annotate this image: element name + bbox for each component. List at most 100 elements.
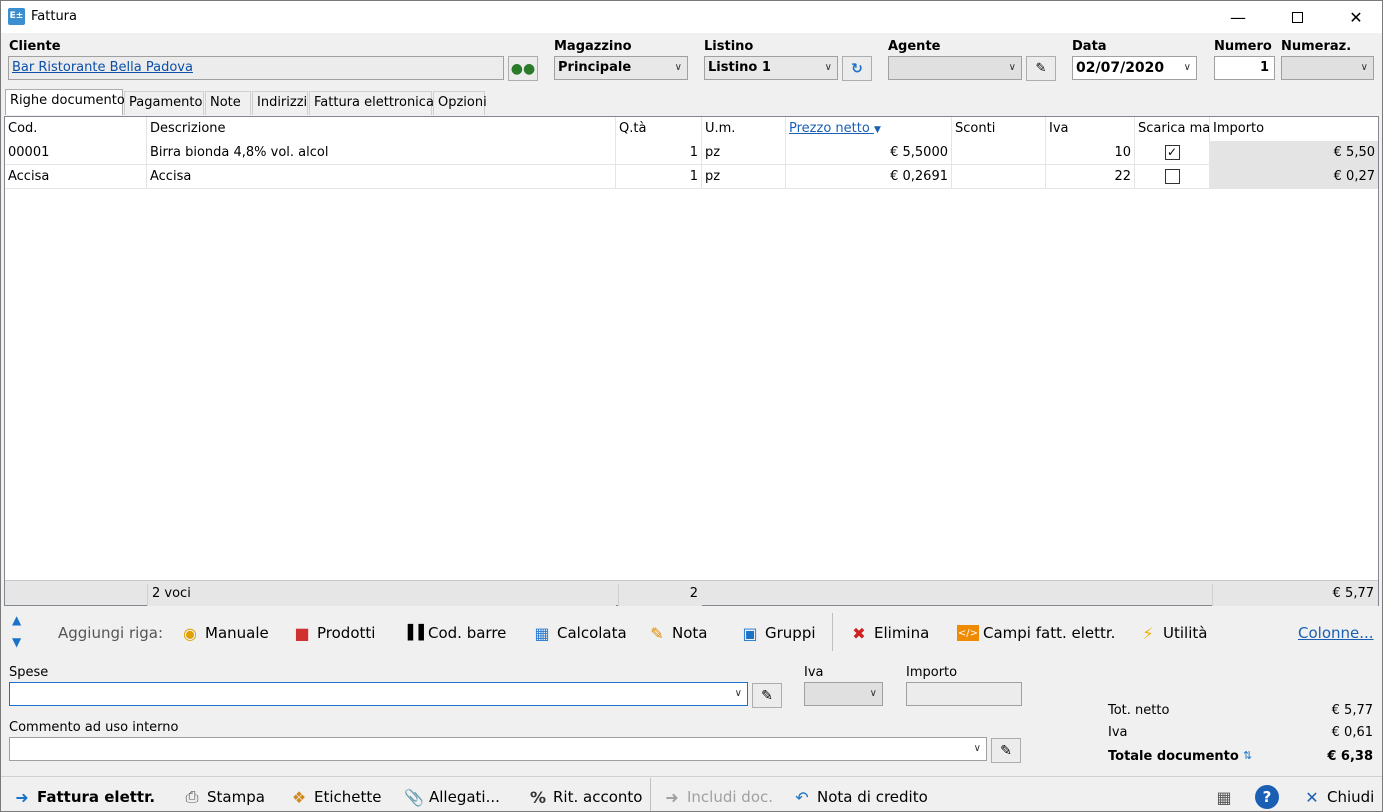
numero-field[interactable]: 1 <box>1214 56 1275 80</box>
manuale-button[interactable]: ◉ Manuale <box>179 615 269 651</box>
binoculars-icon: ●● <box>510 60 536 77</box>
label-tag-icon: ❖ <box>291 787 307 807</box>
allegati-button[interactable]: 📎 Allegati... <box>403 781 500 812</box>
tot-iva-label: Iva <box>1108 725 1128 740</box>
chevron-down-icon: ∨ <box>973 743 981 754</box>
title-bar: E± Fattura — ✕ <box>1 1 1382 33</box>
recalc-icon[interactable]: ⇅ <box>1243 749 1252 762</box>
table-cell[interactable]: 10 <box>1046 141 1135 165</box>
magazzino-select[interactable]: Principale ∨ <box>554 56 688 80</box>
help-button[interactable]: ? <box>1255 781 1279 812</box>
stampa-button[interactable]: ⎙ Stampa <box>181 781 265 812</box>
utilita-button[interactable]: ⚡ Utilità <box>1137 615 1207 651</box>
refresh-listino-button[interactable]: ↻ <box>842 56 872 81</box>
table-cell[interactable]: pz <box>702 165 786 189</box>
cod-barre-button[interactable]: ▐▐ Cod. barre <box>402 615 506 651</box>
search-cliente-button[interactable]: ●● <box>508 56 538 81</box>
chevron-down-icon: ∨ <box>1183 62 1191 73</box>
agente-select[interactable]: ∨ <box>888 56 1022 80</box>
table-cell: € 0,27 <box>1210 165 1378 189</box>
chevron-down-icon: ∨ <box>1008 62 1016 73</box>
footer-importo: € 5,77 <box>1212 584 1378 606</box>
totale-documento-value: € 6,38 <box>1327 749 1373 764</box>
column-header-cod[interactable]: Cod. <box>5 117 147 141</box>
table-cell[interactable]: € 0,2691 <box>786 165 952 189</box>
agente-label: Agente <box>888 39 941 54</box>
close-window-button[interactable]: ✕ <box>1333 1 1379 33</box>
maximize-button[interactable] <box>1274 1 1320 33</box>
column-header-um[interactable]: U.m. <box>702 117 786 141</box>
footer-qta: 2 <box>618 584 702 606</box>
calcolata-button[interactable]: ▦ Calcolata <box>531 615 626 651</box>
rit-acconto-button[interactable]: % Rit. acconto <box>527 781 642 812</box>
nota-button[interactable]: ✎ Nota <box>646 615 707 651</box>
commento-combobox[interactable]: ∨ <box>9 737 987 761</box>
table-cell[interactable] <box>952 141 1046 165</box>
colonne-link[interactable]: Colonne... <box>1298 615 1374 651</box>
chevron-down-icon: ∨ <box>869 688 877 699</box>
column-header-sconti[interactable]: Sconti <box>952 117 1046 141</box>
grid-footer: 2 voci 2 € 5,77 <box>5 580 1378 606</box>
table-cell[interactable]: Accisa <box>5 165 147 189</box>
numeraz-label: Numeraz. <box>1281 39 1352 54</box>
minimize-button[interactable]: — <box>1215 1 1261 33</box>
tab-opzioni[interactable]: Opzioni <box>433 91 487 115</box>
scarica-checkbox[interactable]: ✓ <box>1135 141 1210 165</box>
invoice-window: E± Fattura — ✕ Cliente Bar Ristorante Be… <box>0 0 1383 812</box>
chevron-down-icon: ∨ <box>674 62 682 73</box>
tab-righe-documento[interactable]: Righe documento <box>5 89 125 115</box>
table-cell[interactable]: 1 <box>616 141 702 165</box>
column-header-importo[interactable]: Importo <box>1210 117 1378 141</box>
tab-indirizzi[interactable]: Indirizzi <box>252 91 308 115</box>
edit-spese-button[interactable]: ✎ <box>752 683 782 708</box>
products-icon: ■ <box>294 623 310 643</box>
tab-note[interactable]: Note <box>205 91 251 115</box>
move-down-icon[interactable]: ▼ <box>12 635 21 649</box>
campi-fatt-elettr-button[interactable]: </> Campi fatt. elettr. <box>957 615 1115 651</box>
barcode-icon: ▐▐ <box>402 625 424 641</box>
table-cell[interactable]: 22 <box>1046 165 1135 189</box>
gruppi-button[interactable]: ▣ Gruppi <box>739 615 815 651</box>
listino-select[interactable]: Listino 1 ∨ <box>704 56 838 80</box>
bottom-divider <box>1 776 1382 777</box>
spese-importo-label: Importo <box>906 665 958 680</box>
footer-voci: 2 voci <box>147 584 616 606</box>
table-cell[interactable] <box>952 165 1046 189</box>
nota-di-credito-button[interactable]: ↶ Nota di credito <box>791 781 927 812</box>
table-cell[interactable]: pz <box>702 141 786 165</box>
table-cell[interactable]: € 5,5000 <box>786 141 952 165</box>
toolbar-divider <box>832 613 833 651</box>
document-rows-grid[interactable]: Cod. Descrizione Q.tà U.m. Prezzo netto … <box>4 116 1379 606</box>
move-up-icon[interactable]: ▲ <box>12 613 21 627</box>
table-cell[interactable]: Accisa <box>147 165 616 189</box>
export-document-icon: ➜ <box>15 787 29 807</box>
column-header-qta[interactable]: Q.tà <box>616 117 702 141</box>
tab-fattura-elettronica[interactable]: Fattura elettronica <box>309 91 434 115</box>
chiudi-button[interactable]: ✕ Chiudi <box>1301 781 1374 812</box>
elimina-button[interactable]: ✖ Elimina <box>848 615 929 651</box>
edit-commento-button[interactable]: ✎ <box>991 738 1021 763</box>
column-header-scarica[interactable]: Scarica ma <box>1135 117 1210 141</box>
calculator-icon[interactable]: ▦ <box>1213 781 1239 812</box>
table-cell[interactable]: 00001 <box>5 141 147 165</box>
cliente-field[interactable]: Bar Ristorante Bella Padova <box>8 56 504 80</box>
spese-combobox[interactable]: ∨ <box>9 682 748 706</box>
column-header-prezzo-netto[interactable]: Prezzo netto ▼ <box>786 117 952 141</box>
scarica-checkbox[interactable] <box>1135 165 1210 189</box>
column-header-iva[interactable]: Iva <box>1046 117 1135 141</box>
numeraz-select[interactable]: ∨ <box>1281 56 1374 80</box>
prodotti-button[interactable]: ■ Prodotti <box>291 615 375 651</box>
etichette-button[interactable]: ❖ Etichette <box>288 781 382 812</box>
tab-pagamento[interactable]: Pagamento <box>124 91 204 115</box>
fattura-elettr-button[interactable]: ➜ Fattura elettr. <box>11 781 155 812</box>
table-cell[interactable]: Birra bionda 4,8% vol. alcol <box>147 141 616 165</box>
credit-note-icon: ↶ <box>795 787 809 807</box>
column-header-descrizione[interactable]: Descrizione <box>147 117 616 141</box>
spese-iva-label: Iva <box>804 665 824 680</box>
table-cell[interactable]: 1 <box>616 165 702 189</box>
pencil-icon: ✎ <box>650 623 664 643</box>
spese-iva-select: ∨ <box>804 682 883 706</box>
edit-agente-button[interactable]: ✎ <box>1026 56 1056 81</box>
date-picker[interactable]: 02/07/2020 ∨ <box>1072 56 1197 80</box>
lightning-icon: ⚡ <box>1142 623 1154 643</box>
